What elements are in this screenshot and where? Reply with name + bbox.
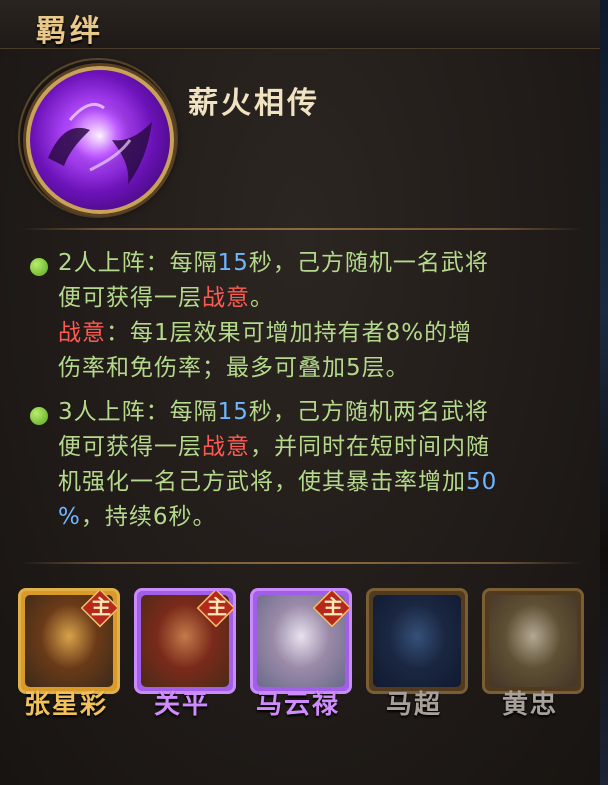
effect-line: %，持续6秒。 [28,500,588,535]
effect-three-heroes: 3人上阵：每隔15秒，己方随机两名武将 便可获得一层战意，并同时在短时间内随 机强化… [28,395,588,535]
effect-text: 机强化一名己方武将，使其暴击率增加 [58,469,466,495]
effect-text: 。 [250,285,274,311]
hero-card[interactable] [366,588,468,694]
hero-portrait [373,595,461,687]
effect-text: ，持续6秒。 [80,504,217,530]
background-strip [600,0,608,785]
bullet-dot-icon [30,258,48,276]
panel-title: 羁绊 [36,14,104,49]
effect-line: 便可获得一层战意，并同时在短时间内随 [28,430,588,465]
main-hero-badge-label: 主 [323,595,343,619]
effect-text: 2人上阵：每隔 [58,250,218,276]
hero-name: 马超 [385,690,442,720]
number-text: 50 [466,469,498,495]
main-hero-badge-label: 主 [207,595,227,619]
hero-card[interactable]: 主 [18,588,120,694]
hero-card[interactable]: 主 [134,588,236,694]
keyword-text: 战意 [58,320,106,346]
effect-text: 秒，己方随机两名武将 [248,399,489,425]
effect-text: 便可获得一层 [58,434,202,460]
hero-name: 关平 [153,690,210,720]
bond-panel: 羁绊 薪火相传 2人上阵：每隔15秒，己方随机一名武将 便可获得一层战意。 战意… [0,0,602,785]
divider-bottom [20,562,584,564]
effect-line: 伤率和免伤率；最多可叠加5层。 [28,351,588,386]
bullet-dot-icon [30,407,48,425]
bond-emblem[interactable] [26,66,174,214]
hero-card[interactable] [482,588,584,694]
hero-list: 主张星彩 主关平 主马云禄 马超 黄忠 [0,588,600,738]
effect-line: 战意：每1层效果可增加持有者8%的增 [28,316,588,351]
hero-name: 黄忠 [501,690,558,720]
number-text: % [58,504,81,530]
effect-text: 秒，己方随机一名武将 [248,250,489,276]
number-text: 15 [217,250,249,276]
effect-line: 3人上阵：每隔15秒，己方随机两名武将 [28,395,588,430]
hero-portrait [489,595,577,687]
effect-line: 2人上阵：每隔15秒，己方随机一名武将 [28,246,588,281]
effect-text: 3人上阵：每隔 [58,399,218,425]
panel-header: 羁绊 [0,0,600,49]
keyword-text: 战意 [202,285,250,311]
effect-text: 伤率和免伤率；最多可叠加5层。 [58,355,410,381]
effect-line: 机强化一名己方武将，使其暴击率增加50 [28,465,588,500]
effect-text: ：每1层效果可增加持有者8%的增 [106,320,473,346]
number-text: 15 [217,399,249,425]
bond-name: 薪火相传 [188,86,320,121]
keyword-text: 战意 [202,434,250,460]
effect-text: ，并同时在短时间内随 [250,434,490,460]
hero-card[interactable]: 主 [250,588,352,694]
hero-name: 张星彩 [23,690,108,720]
effect-two-heroes: 2人上阵：每隔15秒，己方随机一名武将 便可获得一层战意。 战意：每1层效果可增加持… [28,246,588,386]
effect-line: 便可获得一层战意。 [28,281,588,316]
main-hero-badge-label: 主 [91,595,111,619]
divider-top [20,228,584,230]
hero-name: 马云禄 [255,690,340,720]
effect-text: 便可获得一层 [58,285,202,311]
